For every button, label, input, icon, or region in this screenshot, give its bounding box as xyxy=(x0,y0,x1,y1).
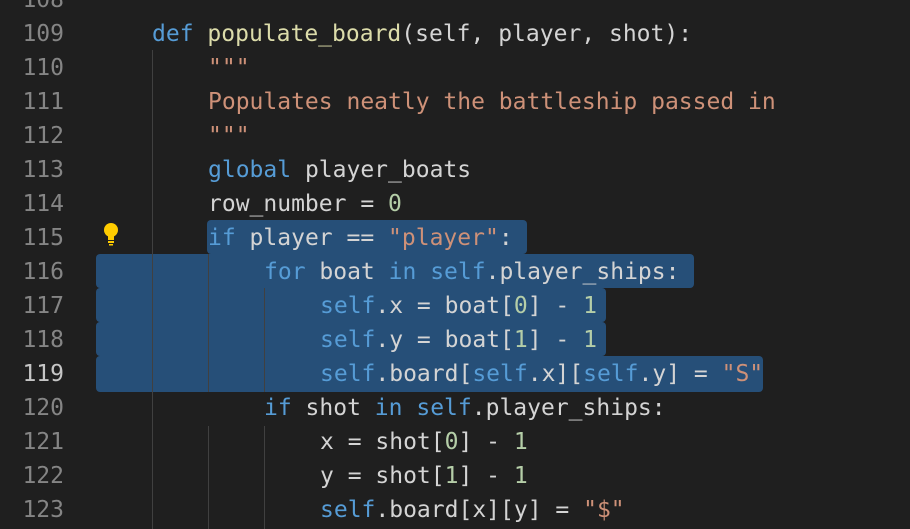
code-text: .board[ xyxy=(375,361,473,387)
indent-guide xyxy=(264,288,265,392)
self-keyword: self xyxy=(320,361,376,387)
line-number: 109 xyxy=(22,21,64,47)
number: 0 xyxy=(388,191,402,217)
string: "player" xyxy=(388,225,499,251)
code-text: (self, player, shot): xyxy=(401,21,693,47)
self-keyword: self xyxy=(583,361,639,387)
code-text: ] - xyxy=(527,293,584,319)
code-line-121[interactable]: x = shot[0] - 1 xyxy=(320,425,528,459)
docstring: """ xyxy=(208,55,250,81)
code-text: shot xyxy=(291,395,375,421)
keyword: in xyxy=(388,259,417,285)
code-line-115[interactable]: if player == "player": xyxy=(208,221,513,255)
number: 0 xyxy=(444,429,459,455)
code-line-116[interactable]: for boat in self.player_ships: xyxy=(264,255,679,289)
code-line-110[interactable]: """ xyxy=(208,51,250,85)
line-number: 121 xyxy=(22,429,64,455)
code-text: .player_ships: xyxy=(485,259,680,285)
keyword: global xyxy=(208,157,292,183)
number: 1 xyxy=(583,327,597,353)
code-text: ] - xyxy=(458,429,514,455)
line-number: 108 xyxy=(22,0,64,13)
number: 1 xyxy=(583,293,597,319)
line-number: 111 xyxy=(22,89,64,115)
indent-guide xyxy=(152,50,153,529)
code-line-122[interactable]: y = shot[1] - 1 xyxy=(320,459,528,493)
self-keyword: self xyxy=(416,395,472,421)
code-text: ] - xyxy=(458,463,514,489)
indent-guide xyxy=(208,426,209,529)
keyword: in xyxy=(374,395,403,421)
code-line-114[interactable]: row_number = 0 xyxy=(208,187,402,221)
code-text: row_number = xyxy=(208,191,389,217)
keyword: if xyxy=(264,395,292,421)
line-number: 115 xyxy=(22,225,64,251)
code-text: player_boats xyxy=(291,157,472,183)
number: 1 xyxy=(513,463,528,489)
string: "S" xyxy=(721,361,764,387)
number: 1 xyxy=(513,429,528,455)
line-number: 118 xyxy=(22,327,64,353)
code-text: : xyxy=(498,225,513,251)
code-line-120[interactable]: if shot in self.player_ships: xyxy=(264,391,666,425)
indent-guide xyxy=(208,254,209,392)
code-text: ] - xyxy=(527,327,584,353)
line-number-active: 119 xyxy=(22,361,64,387)
code-line-118[interactable]: self.y = boat[1] - 1 xyxy=(320,323,597,357)
line-number: 112 xyxy=(22,123,64,149)
code-text: .player_ships: xyxy=(471,395,666,421)
code-text: .board[x][y] = xyxy=(375,497,584,523)
string: "$" xyxy=(583,497,625,523)
line-number: 117 xyxy=(22,293,64,319)
line-number: 116 xyxy=(22,259,64,285)
self-keyword: self xyxy=(472,361,528,387)
line-number: 110 xyxy=(22,55,64,81)
code-line-112[interactable]: """ xyxy=(208,119,250,153)
code-editor[interactable]: 108 109 110 111 112 113 114 115 116 117 … xyxy=(0,0,910,529)
code-text: x = shot[ xyxy=(320,429,445,455)
code-line-111[interactable]: Populates neatly the battleship passed i… xyxy=(208,85,776,119)
code-text: boat xyxy=(305,259,389,285)
code-text: y = shot[ xyxy=(320,463,445,489)
indent-guide xyxy=(264,426,265,529)
code-text: .x][ xyxy=(527,361,584,387)
line-number: 120 xyxy=(22,395,64,421)
self-keyword: self xyxy=(320,497,376,523)
code-line-117[interactable]: self.x = boat[0] - 1 xyxy=(320,289,597,323)
keyword: for xyxy=(264,259,306,285)
code-line-119[interactable]: self.board[self.x][self.y] = "S" xyxy=(320,357,763,391)
docstring: Populates neatly the battleship passed i… xyxy=(208,89,776,115)
code-text: .x = boat[ xyxy=(375,293,514,319)
keyword: def xyxy=(152,21,194,47)
number: 1 xyxy=(513,327,528,353)
number: 1 xyxy=(444,463,459,489)
self-keyword: self xyxy=(320,327,376,353)
code-text: player == xyxy=(235,225,389,251)
code-text: .y] = xyxy=(638,361,722,387)
code-line-109[interactable]: def populate_board(self, player, shot): xyxy=(152,17,692,51)
code-line-123[interactable]: self.board[x][y] = "$" xyxy=(320,493,625,527)
line-number: 114 xyxy=(22,191,64,217)
line-number: 123 xyxy=(22,497,64,523)
self-keyword: self xyxy=(430,259,486,285)
docstring: """ xyxy=(208,123,250,149)
self-keyword: self xyxy=(320,293,376,319)
keyword: if xyxy=(208,225,236,251)
code-text: .y = boat[ xyxy=(375,327,514,353)
lightbulb-icon[interactable] xyxy=(102,222,120,246)
line-number: 122 xyxy=(22,463,64,489)
function-name: populate_board xyxy=(207,21,402,47)
code-line-113[interactable]: global player_boats xyxy=(208,153,471,187)
line-number: 113 xyxy=(22,157,64,183)
number: 0 xyxy=(513,293,528,319)
